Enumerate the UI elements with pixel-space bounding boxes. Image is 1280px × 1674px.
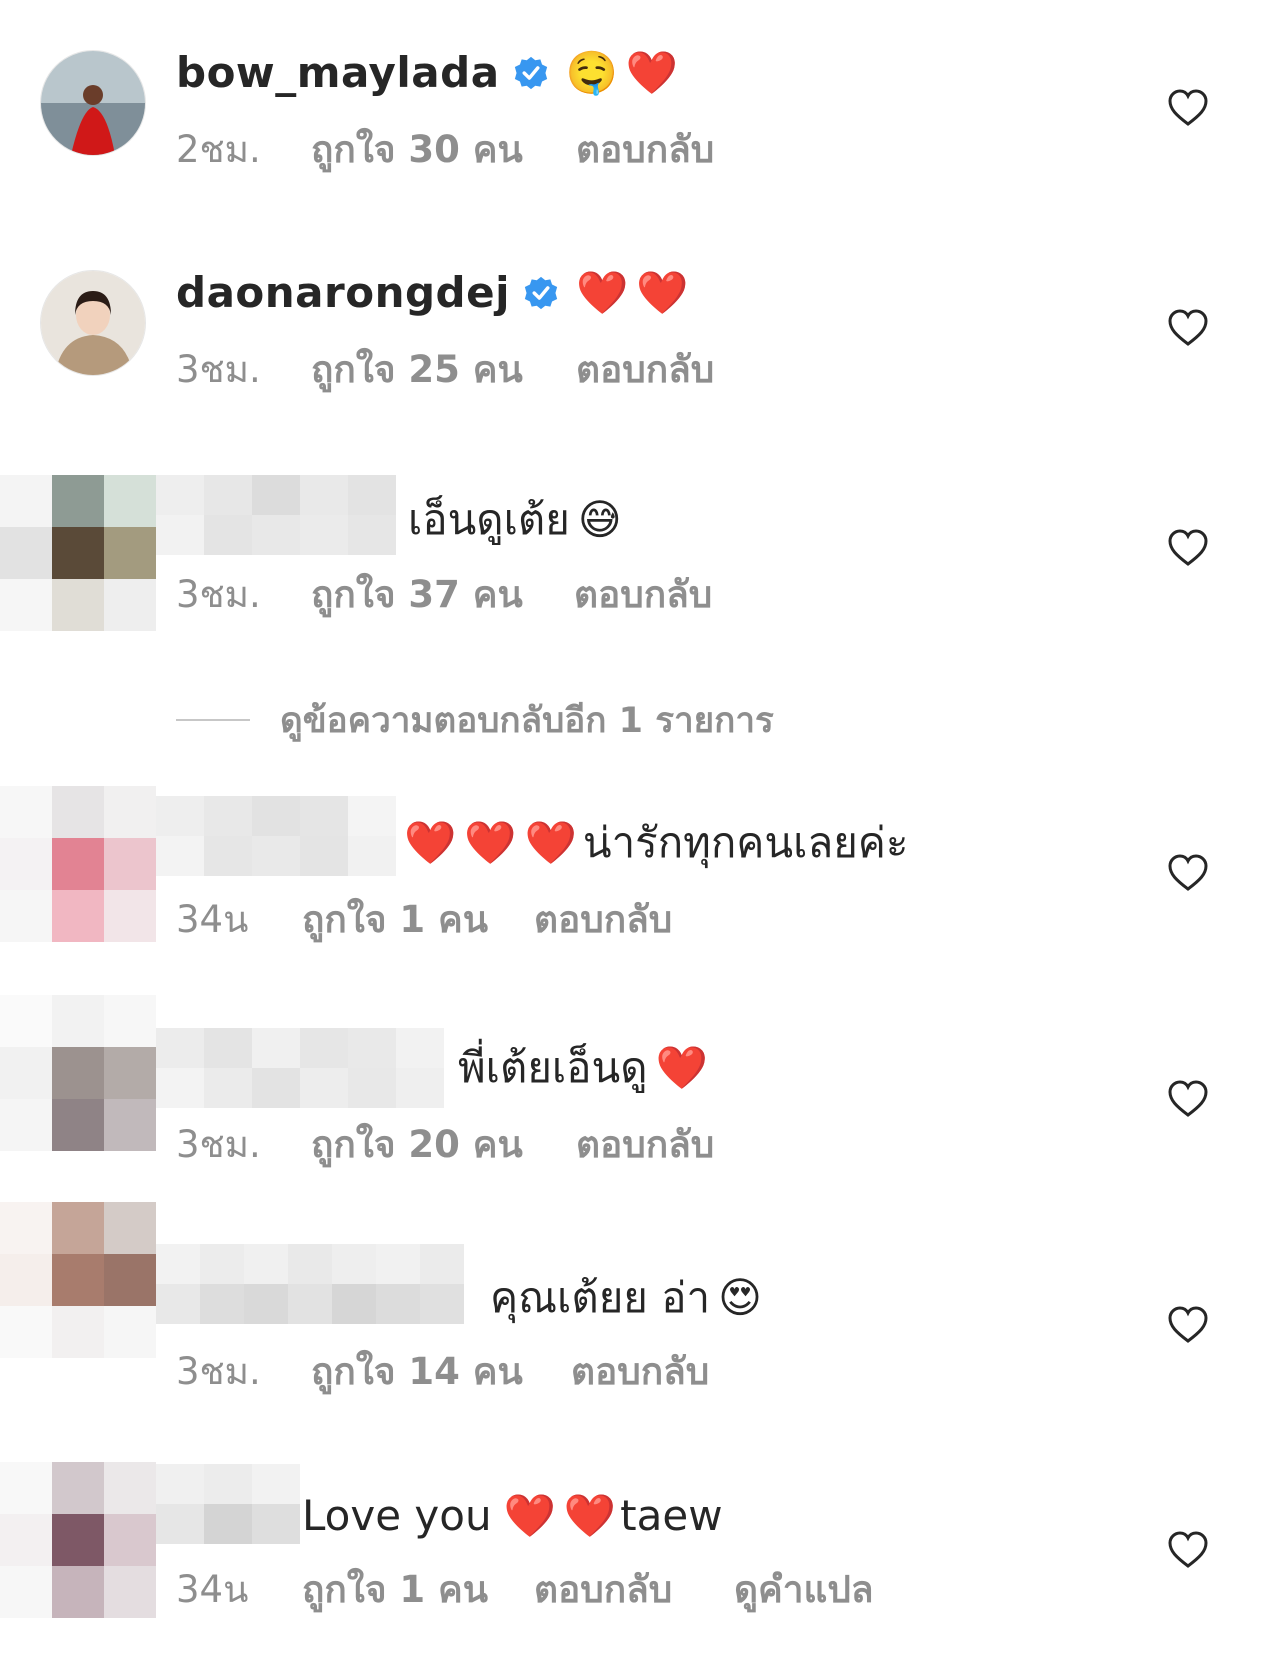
heart-emoji: ❤️ [655,1043,708,1092]
comment-username[interactable]: daonarongdej [176,265,510,321]
comment-username[interactable]: bow_maylada [176,45,500,101]
reply-button[interactable]: ตอบกลับ [534,895,672,945]
likes-count[interactable]: ถูกใจ 25 คน [311,345,523,395]
heart-emoji: ❤️ [464,818,517,867]
likes-count[interactable]: ถูกใจ 30 คน [311,125,523,175]
username-blurred [156,796,396,876]
username-blurred [156,475,396,555]
heart-outline-icon[interactable] [1166,1079,1210,1119]
heart-emoji: ❤️ [524,818,577,867]
comment-time: 34น [176,898,249,941]
translate-button[interactable]: ดูคำแปล [734,1565,874,1615]
heart-outline-icon[interactable] [1166,1305,1210,1345]
avatar-pixelated[interactable] [0,1462,156,1618]
comment-text: น่ารักทุกคนเลยค่ะ [582,818,909,867]
likes-count[interactable]: ถูกใจ 20 คน [311,1120,523,1170]
reply-button[interactable]: ตอบกลับ [534,1565,672,1615]
verified-badge-icon [514,56,547,90]
avatar-pixelated[interactable] [0,995,156,1151]
avatar-pixelated[interactable] [0,1202,156,1358]
comment-time: 3ชม. [176,1123,261,1166]
heart-emoji: ❤️ [503,1491,556,1540]
heart-emoji: ❤️ [575,268,629,317]
heart-emoji: ❤️ [404,818,457,867]
view-replies-button[interactable]: ดูข้อความตอบกลับอีก 1 รายการ [176,695,774,745]
avatar-pixelated[interactable] [0,475,156,631]
reply-button[interactable]: ตอบกลับ [574,570,712,620]
comment-time: 3ชม. [176,573,261,616]
comment-time: 34น [176,1568,249,1611]
reply-button[interactable]: ตอบกลับ [571,1347,709,1397]
heart-outline-icon[interactable] [1166,528,1210,568]
comment-text: เอ็นดูเต้ย [408,495,570,544]
comment-time: 3ชม. [176,1350,261,1393]
heart-outline-icon[interactable] [1166,1530,1210,1570]
comment-text: คุณเต้ยย อ่า [490,1273,711,1322]
likes-count[interactable]: ถูกใจ 1 คน [302,895,488,945]
username-blurred [156,1028,444,1108]
username-blurred [156,1464,300,1544]
emoji: 😍 [718,1273,762,1322]
likes-count[interactable]: ถูกใจ 14 คน [311,1347,523,1397]
likes-count[interactable]: ถูกใจ 1 คน [302,1565,488,1615]
heart-outline-icon[interactable] [1166,88,1210,128]
reply-button[interactable]: ตอบกลับ [576,345,714,395]
likes-count[interactable]: ถูกใจ 37 คน [311,570,523,620]
avatar[interactable] [40,270,146,376]
reply-button[interactable]: ตอบกลับ [576,125,714,175]
heart-emoji: ❤️ [563,1491,617,1540]
avatar[interactable] [40,50,146,156]
reply-button[interactable]: ตอบกลับ [576,1120,714,1170]
username-blurred [156,1244,464,1324]
emoji: 😅 [577,495,622,544]
comment-text: Love you [302,1491,492,1540]
emoji: 🤤 [565,48,618,97]
comment-time: 3ชม. [176,348,261,391]
verified-badge-icon [524,276,558,310]
heart-emoji: ❤️ [625,48,679,97]
divider [176,719,250,721]
comment-text: พี่เต้ยเอ็นดู [458,1043,648,1092]
heart-emoji: ❤️ [636,268,689,317]
view-replies-label: ดูข้อความตอบกลับอีก 1 รายการ [280,700,774,741]
comment-text: taew [620,1491,723,1540]
heart-outline-icon[interactable] [1166,853,1210,893]
heart-outline-icon[interactable] [1166,308,1210,348]
comment-time: 2ชม. [176,128,261,171]
avatar-pixelated[interactable] [0,786,156,942]
